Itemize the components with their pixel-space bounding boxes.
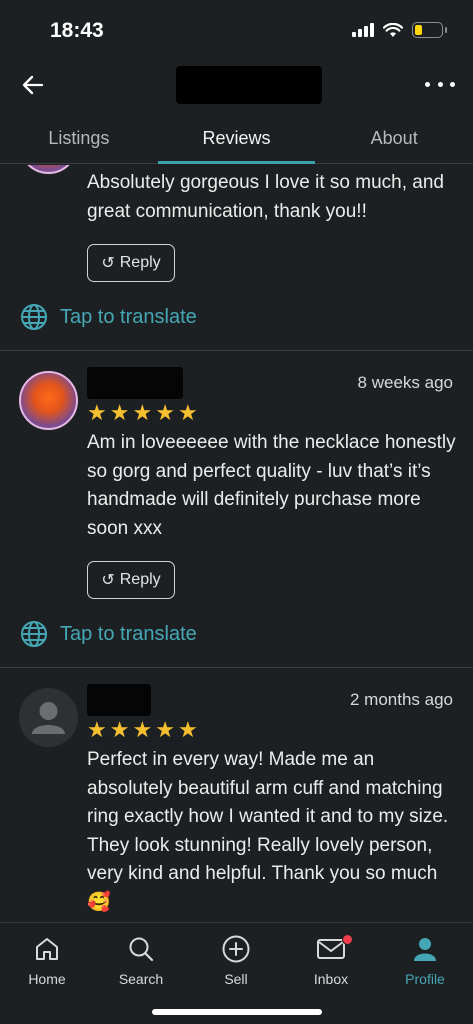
- star-icon: ★: [87, 717, 107, 742]
- tab-reviews[interactable]: Reviews: [157, 112, 316, 164]
- star-rating: ★ ★ ★ ★ ★: [87, 402, 198, 424]
- default-user-icon: [32, 702, 65, 734]
- status-bar: 18:43: [0, 0, 473, 62]
- review-date: 8 weeks ago: [357, 373, 453, 392]
- star-rating: ★ ★ ★ ★ ★: [87, 719, 198, 741]
- reply-button[interactable]: ↺ Reply: [87, 561, 175, 599]
- star-icon: ★: [109, 400, 130, 425]
- translate-link[interactable]: Tap to translate: [20, 620, 197, 648]
- translate-link[interactable]: Tap to translate: [20, 303, 197, 331]
- reviewer-name-redacted: [87, 367, 183, 399]
- reviewer-avatar: [19, 371, 78, 430]
- dot-icon: [425, 81, 430, 87]
- review-text: Am in loveeeeee with the necklace honest…: [87, 432, 456, 539]
- review-text: Absolutely gorgeous I love it so much, a…: [87, 172, 444, 222]
- review-date: 2 months ago: [349, 690, 453, 709]
- star-icon: ★: [132, 400, 153, 425]
- status-icons: [352, 22, 447, 38]
- nav-inbox-label: Inbox: [313, 971, 349, 987]
- more-options-button[interactable]: [425, 72, 455, 96]
- star-icon: ★: [155, 400, 175, 425]
- nav-home[interactable]: Home: [7, 933, 87, 987]
- profile-icon: [414, 938, 436, 961]
- tab-about[interactable]: About: [315, 112, 473, 163]
- reply-label: Reply: [119, 254, 161, 271]
- search-icon: [129, 937, 154, 962]
- globe-icon: [21, 621, 47, 647]
- star-icon: ★: [155, 717, 175, 742]
- home-indicator[interactable]: [152, 1009, 322, 1015]
- nav-search[interactable]: Search: [101, 933, 181, 987]
- reviewer-avatar: [19, 688, 78, 747]
- status-time: 18:43: [50, 19, 104, 42]
- nav-sell[interactable]: Sell: [196, 933, 276, 987]
- divider: [0, 350, 473, 351]
- star-icon: ★: [177, 400, 198, 425]
- reviewer-name-redacted: [87, 684, 151, 716]
- divider: [0, 667, 473, 668]
- review-text: Perfect in every way! Made me an absolut…: [87, 749, 449, 913]
- tab-bar: Listings Reviews About: [0, 112, 473, 164]
- nav-search-label: Search: [118, 971, 164, 987]
- reply-arrow-icon: ↺: [101, 255, 115, 272]
- reply-label: Reply: [119, 571, 161, 588]
- bottom-nav: Home Search Sell Inbox Profile: [0, 922, 473, 1024]
- star-icon: ★: [177, 717, 198, 742]
- nav-profile-label: Profile: [405, 971, 445, 987]
- header: [0, 60, 473, 108]
- star-icon: ★: [132, 717, 153, 742]
- globe-icon: [21, 304, 47, 330]
- dot-icon: [437, 81, 443, 87]
- arrow-left-icon: [22, 75, 44, 95]
- translate-label: Tap to translate: [60, 305, 197, 328]
- star-icon: ★: [87, 400, 107, 425]
- nav-sell-label: Sell: [224, 971, 248, 987]
- plus-circle-icon: [222, 935, 250, 963]
- nav-inbox[interactable]: Inbox: [291, 933, 371, 987]
- dot-icon: [450, 81, 455, 87]
- translate-label: Tap to translate: [60, 622, 197, 645]
- notification-badge: [342, 934, 353, 945]
- star-icon: ★: [109, 717, 130, 742]
- nav-profile[interactable]: Profile: [385, 933, 465, 987]
- page-title-redacted: [176, 66, 322, 104]
- cellular-signal-icon: [352, 23, 374, 37]
- reply-button[interactable]: ↺ Reply: [87, 244, 175, 282]
- back-button[interactable]: [18, 70, 48, 100]
- nav-home-label: Home: [28, 971, 66, 987]
- wifi-icon: [383, 22, 403, 37]
- home-icon: [36, 938, 58, 960]
- reviews-feed[interactable]: Absolutely gorgeous I love it so much, a…: [0, 165, 473, 922]
- battery-icon: [412, 22, 447, 38]
- tab-listings[interactable]: Listings: [0, 112, 158, 163]
- reviewer-avatar: [19, 165, 78, 174]
- reply-arrow-icon: ↺: [101, 572, 115, 589]
